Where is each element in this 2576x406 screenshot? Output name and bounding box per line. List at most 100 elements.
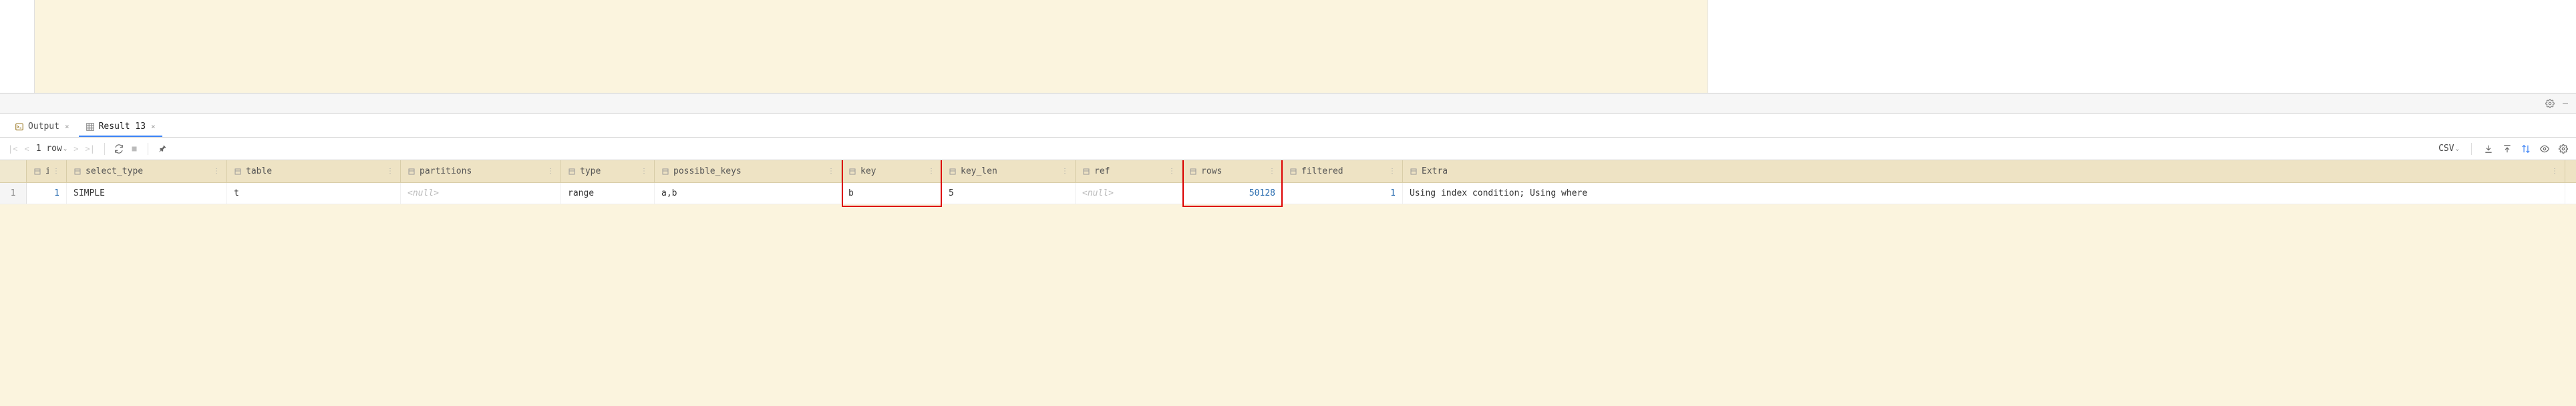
grid-icon bbox=[86, 122, 95, 132]
column-icon bbox=[1289, 168, 1297, 176]
sort-handle-icon[interactable]: ⋮ bbox=[387, 168, 393, 175]
tab-result[interactable]: Result 13 × bbox=[79, 118, 162, 137]
minimize-icon[interactable] bbox=[2561, 99, 2569, 108]
sort-handle-icon[interactable]: ⋮ bbox=[641, 168, 647, 175]
last-page-button[interactable]: >| bbox=[85, 144, 94, 154]
gear-icon[interactable] bbox=[2545, 99, 2555, 108]
table-row[interactable]: 1 1 SIMPLE t <null> range a,b b 5 <null>… bbox=[0, 183, 2576, 204]
column-icon bbox=[1189, 168, 1197, 176]
sort-handle-icon[interactable]: ⋮ bbox=[213, 168, 220, 175]
compare-icon[interactable] bbox=[2521, 144, 2531, 154]
col-header-key[interactable]: key ⋮ bbox=[842, 160, 942, 182]
export-format-dropdown[interactable]: CSV ⌄ bbox=[2438, 144, 2459, 154]
toolbar-left: |< < 1 row ⌄ > >| bbox=[8, 143, 167, 155]
col-header-partitions[interactable]: partitions ⋮ bbox=[401, 160, 561, 182]
cell-key[interactable]: b bbox=[842, 183, 942, 204]
col-header-key-len[interactable]: key_len ⋮ bbox=[942, 160, 1076, 182]
eye-icon[interactable] bbox=[2540, 144, 2549, 154]
cell-key-len[interactable]: 5 bbox=[942, 183, 1076, 204]
cell-rows[interactable]: 50128 bbox=[1182, 183, 1283, 204]
col-name: possible_keys bbox=[673, 166, 824, 176]
sort-handle-icon[interactable]: ⋮ bbox=[828, 168, 834, 175]
csv-label: CSV bbox=[2438, 144, 2454, 154]
cell-select-type[interactable]: SIMPLE bbox=[67, 183, 227, 204]
col-name: key_len bbox=[961, 166, 1058, 176]
grid-empty-area bbox=[0, 204, 2576, 406]
editor-body[interactable] bbox=[35, 0, 1708, 93]
tab-output-label: Output bbox=[28, 122, 59, 132]
cell-table[interactable]: t bbox=[227, 183, 401, 204]
cell-filtered[interactable]: 1 bbox=[1283, 183, 1403, 204]
download-icon[interactable] bbox=[2484, 144, 2493, 154]
column-icon bbox=[1410, 168, 1418, 176]
col-header-rows[interactable]: rows ⋮ bbox=[1182, 160, 1283, 182]
null-value: <null> bbox=[1082, 188, 1114, 198]
editor-right-panel bbox=[1708, 0, 2576, 93]
column-icon bbox=[661, 168, 669, 176]
column-icon bbox=[568, 168, 576, 176]
reload-icon[interactable] bbox=[114, 144, 124, 154]
close-icon[interactable]: × bbox=[150, 122, 156, 131]
col-name: Extra bbox=[1422, 166, 2547, 176]
upload-icon[interactable] bbox=[2503, 144, 2512, 154]
column-icon bbox=[848, 168, 856, 176]
sort-handle-icon[interactable]: ⋮ bbox=[53, 168, 59, 175]
col-header-extra[interactable]: Extra ⋮ bbox=[1403, 160, 2565, 182]
col-header-possible-keys[interactable]: possible_keys ⋮ bbox=[655, 160, 842, 182]
result-tabs: Output × Result 13 × bbox=[0, 114, 2576, 138]
sort-handle-icon[interactable]: ⋮ bbox=[928, 168, 935, 175]
sort-handle-icon[interactable]: ⋮ bbox=[1062, 168, 1068, 175]
sort-handle-icon[interactable]: ⋮ bbox=[2551, 168, 2558, 175]
col-header-type[interactable]: type ⋮ bbox=[561, 160, 655, 182]
column-icon bbox=[1082, 168, 1090, 176]
column-icon bbox=[33, 168, 41, 176]
separator bbox=[2471, 143, 2472, 155]
col-header-id[interactable]: id ⋮ bbox=[27, 160, 67, 182]
col-header-table[interactable]: table ⋮ bbox=[227, 160, 401, 182]
cell-possible-keys[interactable]: a,b bbox=[655, 183, 842, 204]
sort-handle-icon[interactable]: ⋮ bbox=[1168, 168, 1175, 175]
stop-icon[interactable] bbox=[130, 145, 138, 153]
col-name: key bbox=[860, 166, 924, 176]
grid-toolbar: |< < 1 row ⌄ > >| CSV ⌄ bbox=[0, 138, 2576, 160]
grid-header-row: id ⋮ select_type ⋮ table ⋮ partitions ⋮ … bbox=[0, 160, 2576, 183]
rownum-header bbox=[0, 160, 27, 182]
null-value: <null> bbox=[408, 188, 439, 198]
col-header-ref[interactable]: ref ⋮ bbox=[1076, 160, 1182, 182]
col-name: id bbox=[45, 166, 49, 176]
column-icon bbox=[949, 168, 957, 176]
editor-gutter bbox=[0, 0, 35, 93]
result-grid: id ⋮ select_type ⋮ table ⋮ partitions ⋮ … bbox=[0, 160, 2576, 406]
chevron-down-icon: ⌄ bbox=[63, 146, 67, 152]
column-icon bbox=[73, 168, 82, 176]
col-name: select_type bbox=[86, 166, 209, 176]
column-icon bbox=[234, 168, 242, 176]
cell-id[interactable]: 1 bbox=[27, 183, 67, 204]
close-icon[interactable]: × bbox=[63, 122, 69, 131]
next-page-button[interactable]: > bbox=[73, 144, 78, 154]
cell-ref[interactable]: <null> bbox=[1076, 183, 1182, 204]
col-name: rows bbox=[1201, 166, 1265, 176]
editor-area bbox=[0, 0, 2576, 93]
first-page-button[interactable]: |< bbox=[8, 144, 17, 154]
col-name: table bbox=[246, 166, 383, 176]
col-header-filtered[interactable]: filtered ⋮ bbox=[1283, 160, 1403, 182]
col-name: partitions bbox=[420, 166, 543, 176]
chevron-down-icon: ⌄ bbox=[2456, 146, 2459, 152]
row-number: 1 bbox=[0, 183, 27, 204]
cell-partitions[interactable]: <null> bbox=[401, 183, 561, 204]
sort-handle-icon[interactable]: ⋮ bbox=[1269, 168, 1275, 175]
gear-icon[interactable] bbox=[2559, 144, 2568, 154]
col-header-select-type[interactable]: select_type ⋮ bbox=[67, 160, 227, 182]
sort-handle-icon[interactable]: ⋮ bbox=[1389, 168, 1396, 175]
sort-handle-icon[interactable]: ⋮ bbox=[547, 168, 554, 175]
pin-icon[interactable] bbox=[158, 144, 167, 154]
separator bbox=[104, 143, 105, 155]
cell-type[interactable]: range bbox=[561, 183, 655, 204]
tab-output[interactable]: Output × bbox=[8, 118, 76, 137]
prev-page-button[interactable]: < bbox=[24, 144, 29, 154]
col-name: type bbox=[580, 166, 637, 176]
cell-extra[interactable]: Using index condition; Using where bbox=[1403, 183, 2565, 204]
row-count-dropdown[interactable]: 1 row ⌄ bbox=[36, 144, 67, 154]
col-name: ref bbox=[1094, 166, 1164, 176]
